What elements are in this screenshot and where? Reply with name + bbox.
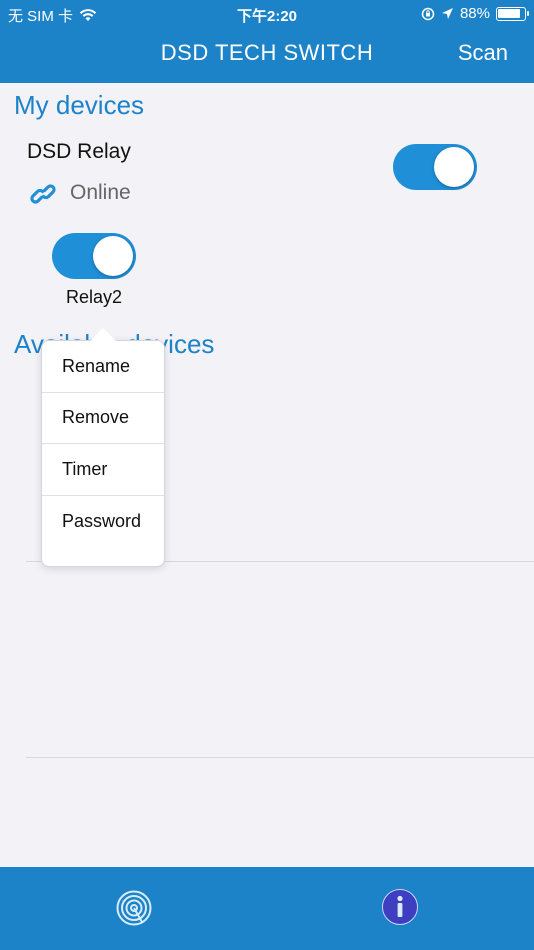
link-icon (30, 184, 56, 204)
battery-percent: 88% (459, 5, 490, 22)
app-header: 无 SIM 卡 下午2:20 88% DSD TECH SWITCH Scan (0, 0, 534, 83)
relay-context-menu: Rename Remove Timer Password (41, 340, 165, 567)
menu-item-rename[interactable]: Rename (42, 341, 164, 393)
toggle-knob (93, 236, 133, 276)
broadcast-icon[interactable] (114, 888, 154, 928)
relay2-toggle[interactable] (52, 233, 136, 279)
status-bar: 无 SIM 卡 下午2:20 88% (0, 0, 534, 28)
device-name: DSD Relay (27, 140, 131, 163)
device-status: Online (70, 181, 131, 204)
info-icon[interactable] (381, 888, 419, 926)
battery-level (498, 8, 520, 18)
page-title: DSD TECH SWITCH (160, 40, 374, 65)
my-devices-heading: My devices (14, 90, 145, 120)
scan-button[interactable]: Scan (458, 40, 508, 66)
rotation-lock-icon (421, 7, 435, 20)
menu-item-password[interactable]: Password (42, 496, 164, 548)
list-divider (26, 757, 534, 758)
location-arrow-icon (441, 8, 453, 19)
menu-item-timer[interactable]: Timer (42, 444, 164, 496)
tab-bar (0, 867, 534, 950)
menu-item-remove[interactable]: Remove (42, 393, 164, 444)
popover-arrow (90, 328, 116, 341)
battery-icon (496, 6, 529, 21)
toggle-knob (434, 147, 474, 187)
relay-label: Relay2 (65, 287, 123, 307)
device-power-toggle[interactable] (393, 144, 477, 190)
